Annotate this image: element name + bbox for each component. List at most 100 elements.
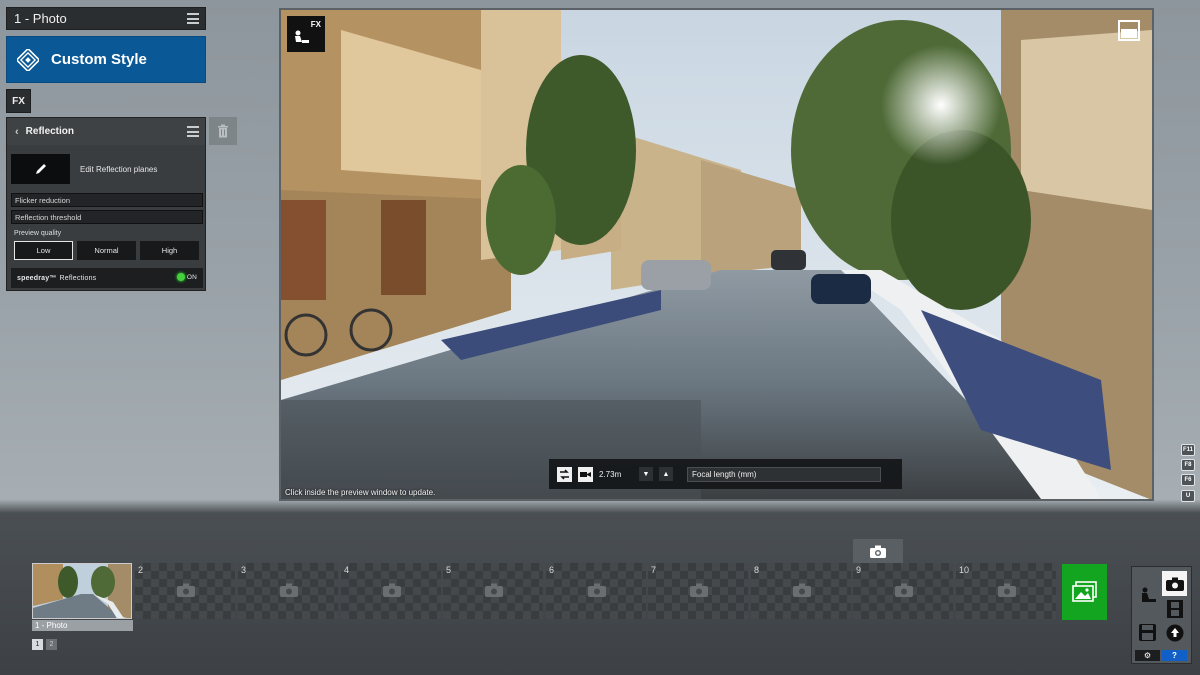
fx-badge[interactable]: FX — [287, 16, 325, 52]
photo-slot-1-label[interactable]: 1 - Photo — [32, 620, 133, 631]
quality-high-button[interactable]: High — [140, 241, 199, 260]
swap-camera-icon[interactable] — [557, 466, 572, 482]
shortcut-key-f8[interactable]: F8 — [1181, 459, 1195, 471]
mode-panel: ⚙ ? — [1131, 566, 1192, 664]
slot-number: 5 — [446, 565, 452, 575]
photo-slot-6[interactable]: 6 — [546, 563, 646, 619]
slot-number: 8 — [754, 565, 760, 575]
flicker-reduction-label: Flicker reduction — [15, 195, 71, 205]
speedray-brand: speedray™ — [17, 274, 57, 282]
camera-mode-icon[interactable] — [1162, 571, 1187, 596]
focal-length-select[interactable]: Focal length (mm) — [687, 466, 881, 482]
slot-number: 3 — [241, 565, 247, 575]
floppy-icon[interactable] — [1135, 620, 1160, 645]
toggle-state: ON — [186, 273, 197, 281]
photo-slot-8[interactable]: 8 — [751, 563, 851, 619]
slot-number: 2 — [138, 565, 144, 575]
preview-window[interactable]: FX 2.73m ▼ ▲ Focal length (mm) Click ins… — [279, 8, 1154, 501]
film-icon[interactable] — [1162, 596, 1187, 621]
layers-icon — [17, 48, 39, 71]
edit-reflection-row: Edit Reflection planes — [11, 154, 157, 184]
camera-icon — [383, 583, 401, 597]
speedray-toggle[interactable]: ON — [176, 273, 197, 281]
upload-icon[interactable] — [1162, 620, 1187, 645]
trash-icon — [218, 124, 228, 138]
delete-effect-button[interactable] — [209, 117, 237, 145]
height-down-button[interactable]: ▼ — [639, 467, 653, 481]
flicker-reduction-slider[interactable]: Flicker reduction — [11, 193, 203, 207]
photo-mode-icon[interactable] — [1135, 582, 1160, 607]
swap-arrows-icon — [560, 468, 569, 480]
shortcut-key-f6[interactable]: F6 — [1181, 474, 1195, 486]
speedray-label: Reflections — [59, 274, 97, 282]
shortcut-key-u[interactable]: U — [1181, 490, 1195, 502]
photo-menu-icon[interactable] — [187, 13, 199, 24]
page-2-button[interactable]: 2 — [46, 639, 57, 650]
camera-icon — [1165, 577, 1184, 591]
camera-toolbar: 2.73m ▼ ▲ Focal length (mm) — [549, 459, 902, 489]
fx-badge-label: FX — [310, 20, 321, 29]
gallery-icon — [1071, 581, 1097, 602]
rendered-street-scene — [281, 10, 1152, 499]
capture-photo-tab[interactable] — [853, 539, 903, 564]
preview-quality-group: Low Normal High — [14, 241, 199, 260]
camera-icon — [895, 583, 913, 597]
camera-height-icon[interactable] — [578, 466, 593, 482]
fullscreen-icon[interactable] — [1118, 20, 1140, 41]
worker-icon — [1141, 587, 1156, 602]
reflection-threshold-slider[interactable]: Reflection threshold — [11, 210, 203, 224]
photo-slot-9[interactable]: 9 — [853, 563, 953, 619]
camera-height-value: 2.73m — [599, 469, 622, 479]
effect-panel: ‹ Reflection Edit Reflection planes Flic… — [6, 117, 206, 291]
save-icon — [1139, 624, 1156, 641]
photo-slot-7[interactable]: 7 — [648, 563, 748, 619]
slot-number: 10 — [959, 565, 970, 575]
shortcut-key-f11[interactable]: F11 — [1181, 444, 1195, 456]
camera-icon — [485, 583, 503, 597]
speedray-reflections-row: speedray™ Reflections ON — [11, 268, 203, 288]
preview-quality-label: Preview quality — [14, 230, 62, 237]
camera-icon — [588, 583, 606, 597]
preview-hint: Click inside the preview window to updat… — [285, 488, 436, 497]
photo-slot-5[interactable]: 5 — [443, 563, 543, 619]
help-button[interactable]: ? — [1162, 650, 1187, 661]
quality-low-button[interactable]: Low — [14, 241, 73, 260]
camera-icon — [177, 583, 195, 597]
photo-slot-2[interactable]: 2 — [135, 563, 235, 619]
camera-icon — [998, 583, 1016, 597]
effect-menu-icon[interactable] — [187, 126, 199, 137]
slot-number: 9 — [856, 565, 862, 575]
edit-reflection-button[interactable] — [11, 154, 70, 184]
photo-slot-3[interactable]: 3 — [238, 563, 338, 619]
style-title: Custom Style — [51, 51, 147, 68]
camera-icon — [793, 583, 811, 597]
camera-icon — [870, 545, 886, 558]
slot-number: 6 — [549, 565, 555, 575]
height-up-button[interactable]: ▲ — [659, 467, 673, 481]
effect-title: Reflection — [25, 126, 75, 137]
slot-number: 4 — [344, 565, 350, 575]
slot-number: 7 — [651, 565, 657, 575]
photo-slot-10[interactable]: 10 — [956, 563, 1056, 619]
video-camera-icon — [580, 471, 591, 477]
pencil-icon — [35, 164, 46, 174]
back-chevron-icon[interactable]: ‹ — [15, 126, 19, 138]
cloud-upload-icon — [1166, 624, 1183, 641]
camera-icon — [690, 583, 708, 597]
page-1-button[interactable]: 1 — [32, 639, 43, 650]
gallery-button[interactable] — [1062, 564, 1107, 620]
photo-thumbnail — [33, 564, 131, 618]
style-button[interactable]: Custom Style — [6, 36, 206, 83]
effect-header: ‹ Reflection — [7, 118, 205, 145]
quality-normal-button[interactable]: Normal — [77, 241, 136, 260]
photo-slot-1[interactable] — [32, 563, 132, 619]
photo-title-bar[interactable]: 1 - Photo — [6, 7, 206, 30]
camera-icon — [280, 583, 298, 597]
gear-icon[interactable]: ⚙ — [1135, 650, 1160, 661]
reflection-threshold-label: Reflection threshold — [15, 212, 82, 222]
fx-tab[interactable]: FX — [6, 89, 31, 113]
fx-worker-icon — [295, 30, 309, 43]
toggle-on-indicator — [176, 273, 185, 281]
photo-slot-4[interactable]: 4 — [341, 563, 441, 619]
filmstrip-icon — [1166, 599, 1183, 618]
